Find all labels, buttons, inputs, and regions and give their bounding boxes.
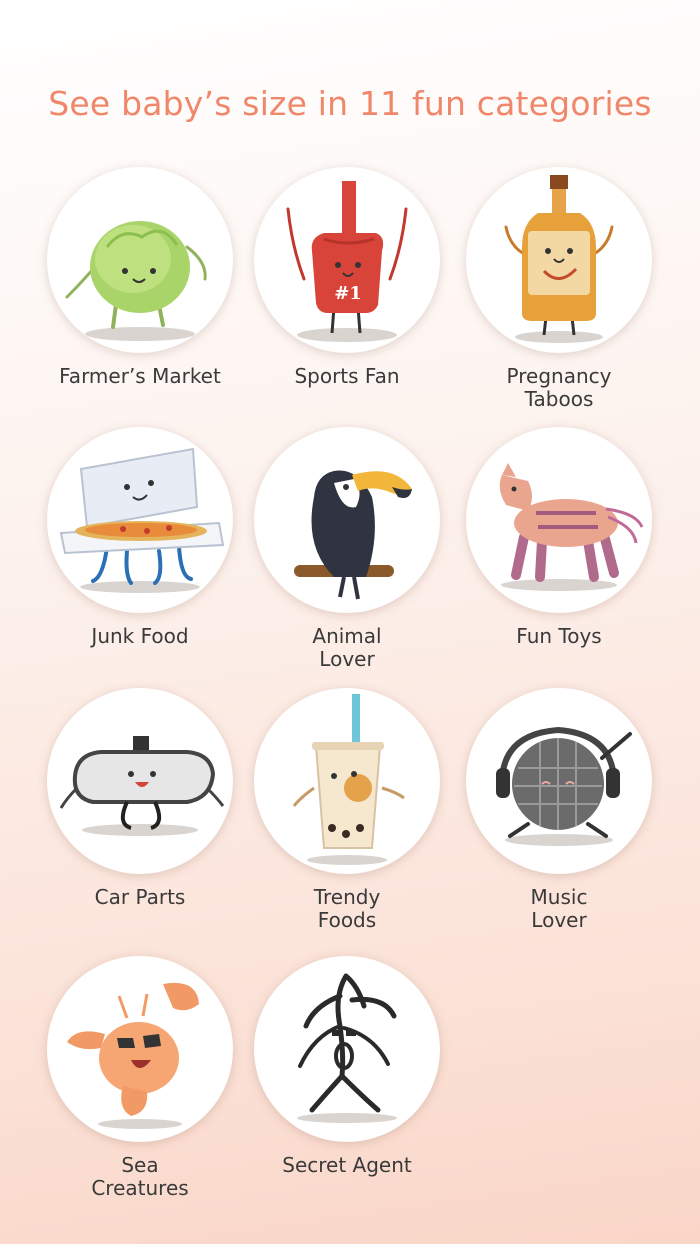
category-sea-creatures[interactable]: Sea Creatures	[40, 956, 240, 1200]
pinata-icon	[499, 463, 644, 591]
category-circle[interactable]	[466, 427, 652, 613]
bubble-tea-icon	[292, 694, 405, 865]
category-circle[interactable]	[466, 167, 652, 353]
category-circle[interactable]	[47, 167, 233, 353]
category-sports-fan[interactable]: #1 Sports Fan	[247, 167, 447, 388]
category-circle[interactable]	[47, 956, 233, 1142]
category-fun-toys[interactable]: Fun Toys	[459, 427, 659, 648]
category-circle[interactable]	[254, 427, 440, 613]
category-animal-lover[interactable]: Animal Lover	[247, 427, 447, 671]
category-music-lover[interactable]: Music Lover	[459, 688, 659, 932]
stick-figure-icon	[297, 973, 397, 1123]
disco-ball-icon	[496, 726, 632, 846]
category-circle[interactable]	[47, 427, 233, 613]
category-label: Sports Fan	[294, 364, 400, 388]
category-car-parts[interactable]: Car Parts	[40, 688, 240, 909]
category-label: Music Lover	[530, 885, 588, 932]
category-label: Secret Agent	[282, 1153, 412, 1177]
category-label: Animal Lover	[312, 624, 382, 671]
lettuce-icon	[65, 221, 207, 341]
category-pregnancy-taboos[interactable]: Pregnancy Taboos	[459, 167, 659, 411]
rearview-mirror-icon	[59, 736, 225, 836]
foam-finger-icon: #1	[286, 181, 408, 342]
category-circle[interactable]	[254, 688, 440, 874]
whiskey-bottle-icon	[504, 175, 614, 343]
category-label: Car Parts	[94, 885, 186, 909]
category-junk-food[interactable]: Junk Food	[40, 427, 240, 648]
category-circle[interactable]	[466, 688, 652, 874]
pizza-box-icon	[59, 447, 225, 593]
category-circle[interactable]	[47, 688, 233, 874]
toucan-icon	[294, 470, 412, 600]
category-circle[interactable]: #1	[254, 167, 440, 353]
shrimp-icon	[67, 982, 199, 1129]
category-farmers-market[interactable]: Farmer’s Market	[40, 167, 240, 388]
page-title: See baby’s size in 11 fun categories	[48, 84, 652, 123]
category-circle[interactable]	[254, 956, 440, 1142]
category-label: Farmer’s Market	[59, 364, 221, 388]
category-label: Pregnancy Taboos	[506, 364, 612, 411]
category-label: Sea Creatures	[91, 1153, 189, 1200]
category-label: Fun Toys	[516, 624, 602, 648]
category-label: Junk Food	[91, 624, 189, 648]
category-label: Trendy Foods	[313, 885, 381, 932]
category-secret-agent[interactable]: Secret Agent	[247, 956, 447, 1177]
category-trendy-foods[interactable]: Trendy Foods	[247, 688, 447, 932]
finger-text: #1	[334, 283, 362, 304]
